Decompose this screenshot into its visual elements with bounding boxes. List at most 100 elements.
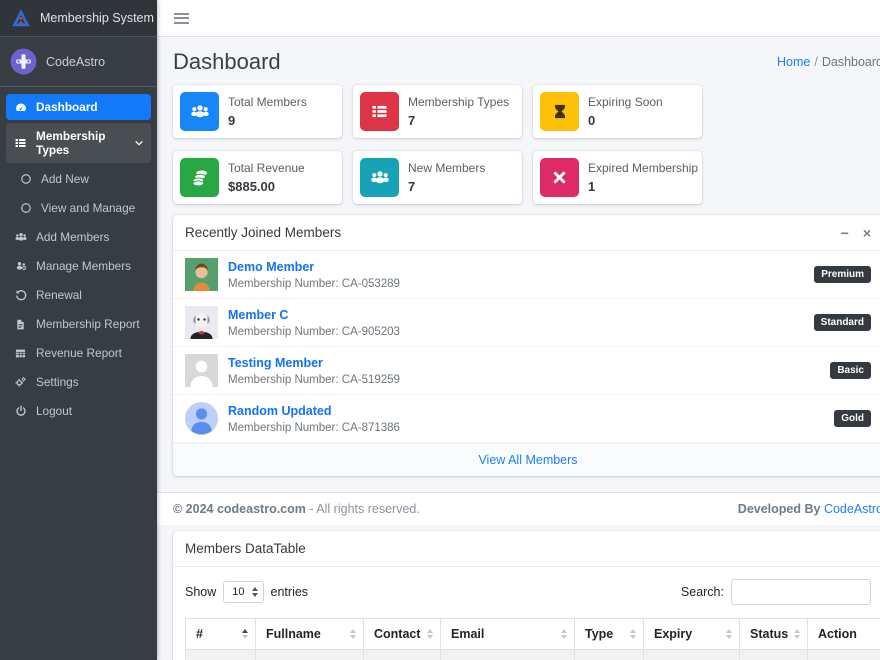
column-header-id[interactable]: # [186, 619, 256, 650]
stat-label: Expired Membership [588, 161, 698, 175]
sort-icon [726, 629, 732, 639]
sort-icon [427, 629, 433, 639]
search-input[interactable] [731, 579, 871, 605]
sidebar-item-label: Add New [41, 172, 89, 186]
circle-icon [18, 202, 33, 215]
sidebar-item-revenue-report[interactable]: Revenue Report [6, 340, 151, 366]
member-name-link[interactable]: Demo Member [228, 260, 314, 274]
tachometer-icon [13, 101, 28, 114]
sidebar-item-view-and-manage[interactable]: View and Manage [6, 195, 151, 221]
cell-type: Premium [575, 650, 644, 660]
column-header-type[interactable]: Type [575, 619, 644, 650]
search-label: Search: [681, 585, 724, 599]
stat-card-membership-types: Membership Types 7 [353, 85, 522, 138]
sidebar-item-label: Logout [36, 404, 72, 418]
stat-value: $885.00 [228, 179, 305, 194]
sidebar-item-membership-types[interactable]: Membership Types [6, 123, 151, 163]
codeastro-link[interactable]: CodeAstro [824, 502, 880, 516]
stat-card-new-members: New Members 7 [353, 151, 522, 204]
recent-members-card: Recently Joined Members − × Demo Member … [173, 215, 880, 476]
sidebar-item-label: Membership Report [36, 317, 140, 331]
member-number: Membership Number: CA-871386 [228, 422, 400, 434]
member-number: Membership Number: CA-053289 [228, 278, 400, 290]
user-name: CodeAstro [46, 55, 105, 69]
member-number: Membership Number: CA-519259 [228, 374, 400, 386]
sidebar-item-settings[interactable]: Settings [6, 369, 151, 395]
member-name-link[interactable]: Testing Member [228, 356, 323, 370]
sidebar-item-add-new[interactable]: Add New [6, 166, 151, 192]
sidebar-item-dashboard[interactable]: Dashboard [6, 94, 151, 120]
sidebar-item-label: View and Manage [41, 201, 135, 215]
sort-icon [242, 629, 248, 639]
sidebar-item-label: Add Members [36, 230, 109, 244]
sidebar-nav: Dashboard Membership Types Add New View … [0, 87, 157, 434]
gears-icon [13, 376, 28, 389]
stat-cards: Total Members 9 Membership Types 7 Expir… [157, 83, 880, 204]
brand-link[interactable]: Membership System [0, 0, 157, 37]
search-control: Search: [681, 579, 871, 605]
dpad-avatar-icon [10, 48, 37, 75]
page-length-control: Show 10 entries [185, 581, 308, 603]
show-label: Show [185, 585, 216, 599]
stat-card-total-members: Total Members 9 [173, 85, 342, 138]
circle-icon [18, 173, 33, 186]
avatar [185, 258, 218, 291]
cell-email: member@demo.com [441, 650, 575, 660]
stat-label: Expiring Soon [588, 95, 663, 109]
column-header-email[interactable]: Email [441, 619, 575, 650]
sidebar-item-label: Membership Types [36, 129, 126, 157]
member-name-link[interactable]: Random Updated [228, 404, 331, 418]
cell-contact: 7777777770 [364, 650, 441, 660]
sort-icon [794, 629, 800, 639]
member-type-badge: Basic [830, 362, 871, 379]
hourglass-icon [540, 92, 579, 131]
sidebar-item-renewal[interactable]: Renewal [6, 282, 151, 308]
column-header-status[interactable]: Status [740, 619, 808, 650]
coins-icon [180, 158, 219, 197]
sidebar-item-logout[interactable]: Logout [6, 398, 151, 424]
column-header-contact[interactable]: Contact [364, 619, 441, 650]
avatar [185, 306, 218, 339]
stat-label: New Members [408, 161, 485, 175]
page-size-select[interactable]: 10 [223, 581, 263, 603]
table-icon [13, 347, 28, 360]
user-panel[interactable]: CodeAstro [0, 37, 157, 87]
stat-label: Membership Types [408, 95, 509, 109]
stat-value: 7 [408, 179, 485, 194]
datatable-title: Members DataTable [185, 541, 306, 556]
triangle-logo-icon [10, 7, 32, 29]
stat-card-expired-membership: Expired Membership 1 [533, 151, 702, 204]
stat-label: Total Members [228, 95, 307, 109]
stat-value: 9 [228, 113, 307, 128]
sidebar-item-manage-members[interactable]: Manage Members [6, 253, 151, 279]
sidebar-item-label: Manage Members [36, 259, 131, 273]
recent-members-title: Recently Joined Members [185, 225, 341, 240]
column-header-fullname[interactable]: Fullname [256, 619, 364, 650]
entries-label: entries [271, 585, 309, 599]
list-icon [13, 137, 28, 150]
cell-action: Renew [808, 650, 880, 660]
sidebar-item-membership-report[interactable]: Membership Report [6, 311, 151, 337]
users-icon [13, 231, 28, 244]
cell-fullname: Demo Member [256, 650, 364, 660]
select-arrows-icon [252, 587, 258, 597]
sidebar-item-label: Dashboard [36, 100, 98, 114]
column-header-expiry[interactable]: Expiry [644, 619, 740, 650]
column-header-action[interactable]: Action [808, 619, 880, 650]
member-list-item: Random Updated Membership Number: CA-871… [173, 395, 880, 443]
breadcrumb-home-link[interactable]: Home [777, 55, 810, 69]
member-list-item: Member C Membership Number: CA-905203 St… [173, 299, 880, 347]
minimize-icon[interactable]: − [841, 226, 849, 240]
x-mark-icon [540, 158, 579, 197]
sidebar: Membership System CodeAstro Dashboard Me… [0, 0, 157, 660]
hamburger-icon[interactable] [174, 13, 189, 24]
sidebar-item-label: Settings [36, 375, 79, 389]
stat-card-total-revenue: Total Revenue $885.00 [173, 151, 342, 204]
view-all-members-link[interactable]: View All Members [478, 453, 577, 467]
cell-id: CA-053289 [186, 650, 256, 660]
members-table: # Fullname Contact Email Type Expiry Sta… [185, 618, 880, 660]
sidebar-item-add-members[interactable]: Add Members [6, 224, 151, 250]
member-name-link[interactable]: Member C [228, 308, 288, 322]
stat-label: Total Revenue [228, 161, 305, 175]
close-icon[interactable]: × [863, 226, 871, 240]
